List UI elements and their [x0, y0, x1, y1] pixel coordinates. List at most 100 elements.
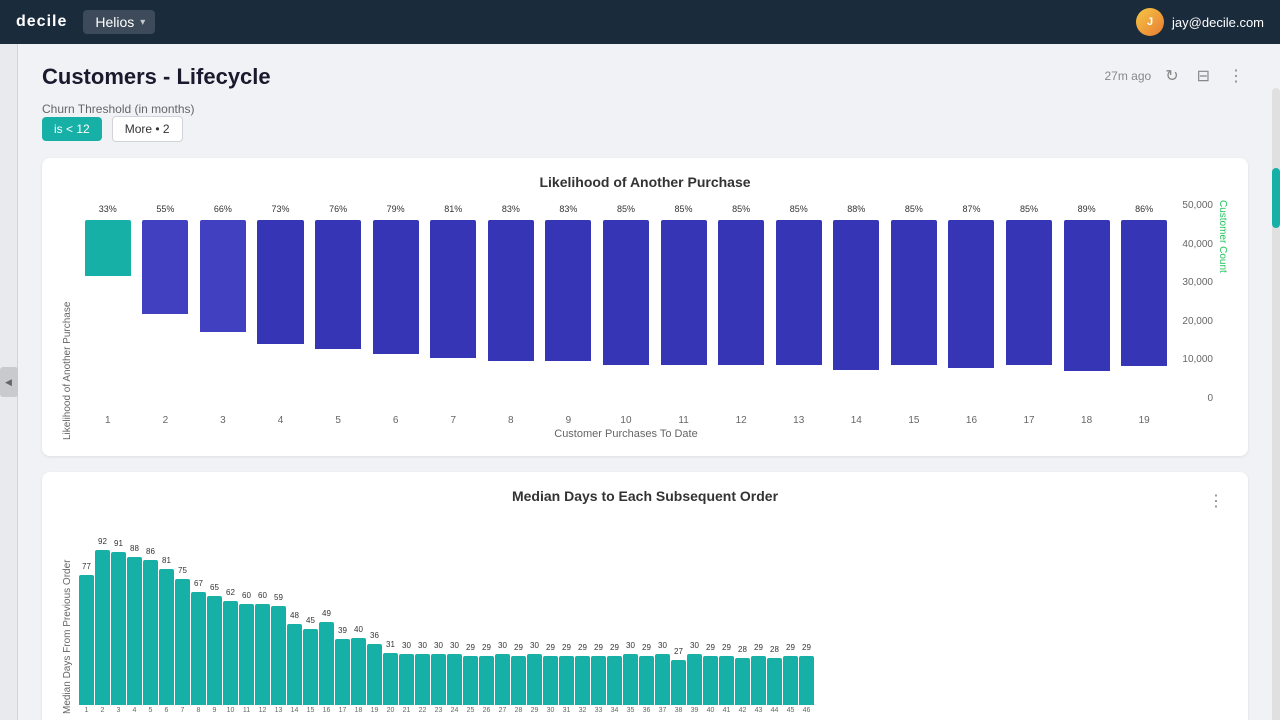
bar2-val-label: 31	[386, 640, 395, 649]
filter-more-button[interactable]: More • 2	[112, 116, 183, 142]
chart2-bar: 29	[543, 656, 558, 705]
bar2-val-label: 48	[290, 611, 299, 620]
bar2-val-label: 30	[402, 641, 411, 650]
page-title: Customers - Lifecycle	[42, 64, 271, 90]
chart2-more-button[interactable]: ⋮	[1204, 489, 1228, 513]
chart2-x-tick: 30	[543, 707, 558, 714]
chart2-x-tick: 27	[495, 707, 510, 714]
bar2-val-label: 30	[498, 641, 507, 650]
chart2-x-tick: 20	[383, 707, 398, 714]
filter-label: Churn Threshold (in months)	[42, 102, 1244, 116]
chart1-bar	[776, 220, 822, 365]
chart2-x-tick: 17	[335, 707, 350, 714]
bar2-val-label: 30	[530, 641, 539, 650]
chart2-bar: 67	[191, 592, 206, 705]
bar2-val-label: 92	[98, 537, 107, 546]
chart2-bar: 29	[575, 656, 590, 705]
chart2-x-tick: 32	[575, 707, 590, 714]
chart1-bar	[257, 220, 303, 344]
chart2-bar: 29	[463, 656, 478, 705]
chart1-x-tick: 4	[252, 415, 310, 426]
chart1-bar	[948, 220, 994, 368]
chart1-bar-group: 55%	[137, 220, 195, 411]
chart1-bar	[718, 220, 764, 365]
bar2-val-label: 30	[626, 641, 635, 650]
bar-pct-label: 88%	[847, 204, 865, 214]
chart1-x-tick: 2	[137, 415, 195, 426]
chart2-x-tick: 7	[175, 707, 190, 714]
bar-pct-label: 55%	[156, 204, 174, 214]
chart1-y-label-right: Customer Count	[1217, 200, 1228, 440]
chart2-bar: 30	[399, 654, 414, 705]
chart2-bar: 27	[671, 660, 686, 705]
chevron-down-icon: ▾	[140, 17, 145, 28]
sidebar-toggle[interactable]: ◀	[0, 367, 18, 397]
chart1-bar-group: 89%	[1058, 220, 1116, 411]
chart2-x-tick: 21	[399, 707, 414, 714]
chart1-bar	[430, 220, 476, 358]
chart2-bar: 36	[367, 644, 382, 705]
chevron-left-icon: ◀	[5, 377, 12, 388]
bar-pct-label: 89%	[1078, 204, 1096, 214]
project-selector[interactable]: Helios ▾	[83, 10, 155, 34]
filter-chip-1[interactable]: is < 12	[42, 117, 102, 141]
chart1-bar-group: 33%	[79, 220, 137, 411]
chart1-x-tick: 11	[655, 415, 713, 426]
chart1-bar-group: 85%	[770, 220, 828, 411]
chart1-y-tick: 20,000	[1173, 316, 1213, 327]
bar-pct-label: 85%	[790, 204, 808, 214]
chart1-x-tick: 5	[309, 415, 367, 426]
filters-row: is < 12 More • 2	[42, 116, 1248, 142]
chart1-bar-group: 83%	[540, 220, 598, 411]
bar2-val-label: 59	[274, 593, 283, 602]
chart1-bar	[661, 220, 707, 365]
chart2-bar: 29	[703, 656, 718, 705]
chart2-bar: 29	[479, 656, 494, 705]
chart1-bar	[1121, 220, 1167, 366]
chart2-bar: 30	[623, 654, 638, 705]
chart1-title: Likelihood of Another Purchase	[62, 174, 1228, 190]
refresh-button[interactable]: ↻	[1161, 64, 1182, 88]
chart2-x-tick: 15	[303, 707, 318, 714]
chart2-x-tick: 35	[623, 707, 638, 714]
chart2-bar: 77	[79, 575, 94, 705]
chart2-x-tick: 29	[527, 707, 542, 714]
chart2-x-tick: 34	[607, 707, 622, 714]
chart2-x-tick: 33	[591, 707, 606, 714]
chart2-bar: 29	[511, 656, 526, 705]
chart1-y-tick: 10,000	[1173, 354, 1213, 365]
chart2-x-tick: 14	[287, 707, 302, 714]
more-options-button[interactable]: ⋮	[1224, 64, 1248, 88]
chart1-x-tick: 9	[540, 415, 598, 426]
chart2-bar: 29	[783, 656, 798, 705]
filter-button[interactable]: ⊟	[1193, 64, 1214, 88]
chart2-x-tick: 11	[239, 707, 254, 714]
chart2-x-tick: 5	[143, 707, 158, 714]
chart2-x-tick: 42	[735, 707, 750, 714]
chart1-bar	[315, 220, 361, 349]
chart1-bar-group: 79%	[367, 220, 425, 411]
bar2-val-label: 75	[178, 566, 187, 575]
bar-pct-label: 66%	[214, 204, 232, 214]
chart2-x-tick: 22	[415, 707, 430, 714]
chart2-x-tick: 24	[447, 707, 462, 714]
bar-pct-label: 73%	[272, 204, 290, 214]
topnav: decile Helios ▾ J jay@decile.com	[0, 0, 1280, 44]
bar-pct-label: 33%	[99, 204, 117, 214]
bar-pct-label: 81%	[444, 204, 462, 214]
chart1-bar	[1006, 220, 1052, 365]
chart2-x-tick: 36	[639, 707, 654, 714]
right-scrollbar[interactable]	[1272, 88, 1280, 720]
chart2-bar: 30	[495, 654, 510, 705]
chart2-bar: 59	[271, 606, 286, 705]
chart1-y-tick: 50,000	[1173, 200, 1213, 211]
bar-pct-label: 76%	[329, 204, 347, 214]
bar2-val-label: 29	[706, 643, 715, 652]
chart1-bar-group: 88%	[828, 220, 886, 411]
chart2-x-tick: 13	[271, 707, 286, 714]
project-label: Helios	[95, 14, 134, 30]
chart2-bar: 60	[239, 604, 254, 705]
chart1-y-tick: 40,000	[1173, 239, 1213, 250]
chart2-bar: 60	[255, 604, 270, 705]
chart2-bar: 39	[335, 639, 350, 705]
